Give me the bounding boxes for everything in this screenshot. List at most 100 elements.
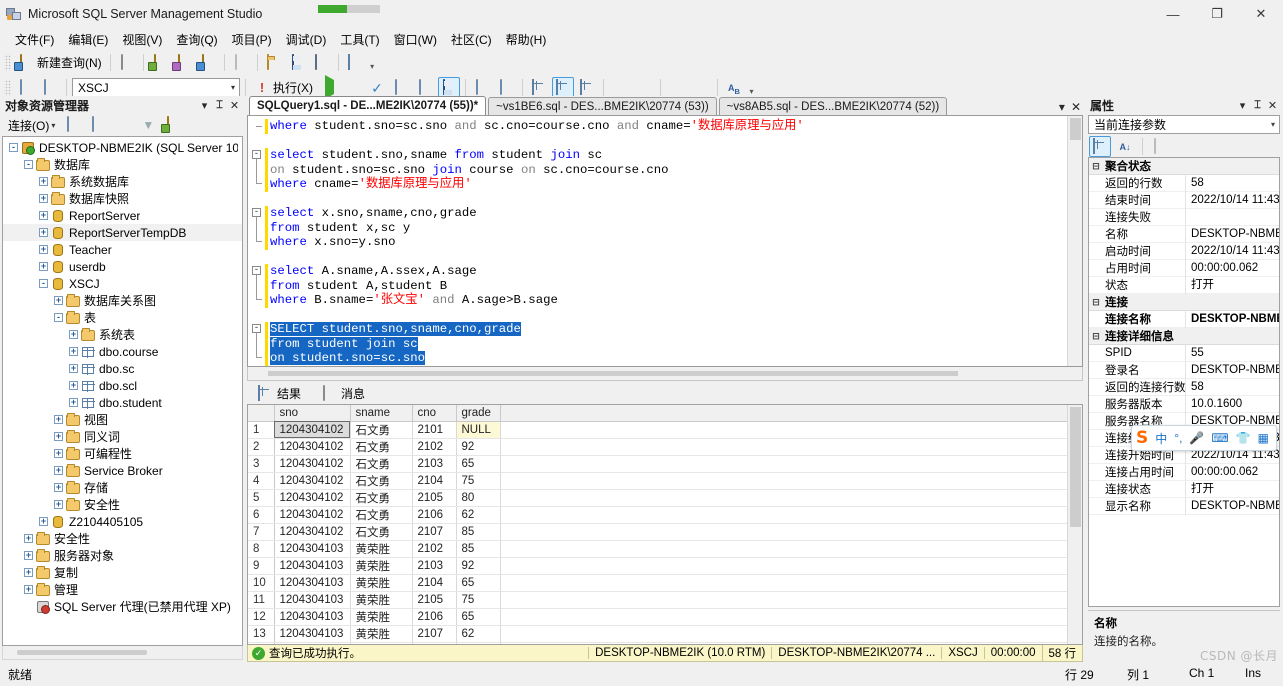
panel-menu-icon[interactable]: ▾	[1235, 98, 1250, 113]
maximize-button[interactable]: ❐	[1195, 0, 1239, 28]
include-actual-plan-button[interactable]	[438, 77, 460, 98]
tree-node[interactable]: +安全性	[3, 530, 242, 547]
expand-icon[interactable]: +	[22, 532, 35, 545]
tree-node[interactable]: +userdb	[3, 258, 242, 275]
editor-tab-strip[interactable]: SQLQuery1.sql - DE...ME2IK\20774 (55))* …	[245, 96, 1085, 115]
cell-sno[interactable]: 1204304102	[274, 472, 350, 489]
tree-node[interactable]: +复制	[3, 564, 242, 581]
property-row[interactable]: 连接失败	[1089, 209, 1279, 226]
object-explorer-tree[interactable]: -DESKTOP-NBME2IK (SQL Server 10.0.160-数据…	[2, 136, 243, 646]
tree-scroll-container[interactable]: -DESKTOP-NBME2IK (SQL Server 10.0.160-数据…	[3, 137, 242, 645]
tree-node[interactable]: +Service Broker	[3, 462, 242, 479]
cell-cno[interactable]: 2103	[412, 557, 456, 574]
cell-grade[interactable]: 65	[456, 608, 500, 625]
cell-sname[interactable]: 石文勇	[350, 523, 412, 540]
sqlcmd-mode-button[interactable]	[495, 77, 517, 98]
chevron-down-icon[interactable]: ▾	[231, 83, 235, 92]
fold-collapse-icon[interactable]: -	[252, 266, 261, 275]
sql-code[interactable]: where student.sno=sc.sno and sc.cno=cour…	[270, 119, 1067, 366]
cell-grade[interactable]: 85	[456, 540, 500, 557]
column-header[interactable]: sname	[350, 405, 412, 421]
property-value[interactable]: DESKTOP-NBME2IK	[1185, 226, 1279, 243]
cell-cno[interactable]: 2102	[412, 540, 456, 557]
cell-sname[interactable]: 黄荣胜	[350, 540, 412, 557]
comment-button[interactable]	[609, 77, 631, 98]
property-row[interactable]: 返回的行数58	[1089, 175, 1279, 192]
expand-icon[interactable]: +	[52, 481, 65, 494]
expand-icon[interactable]: +	[67, 345, 80, 358]
results-grid-wrapper[interactable]: snosnamecnograde 11204304102石文勇2101NULL2…	[247, 404, 1083, 645]
tree-node[interactable]: +Teacher	[3, 241, 242, 258]
ime-mode-chinese-button[interactable]: 中	[1155, 430, 1167, 447]
save-button[interactable]	[287, 52, 309, 73]
property-value[interactable]: DESKTOP-NBME2IK	[1185, 362, 1279, 379]
results-table-body[interactable]: 11204304102石文勇2101NULL21204304102石文勇2102…	[248, 421, 1067, 644]
results-grid[interactable]: snosnamecnograde 11204304102石文勇2101NULL2…	[248, 405, 1067, 644]
specify-values-button[interactable]: AB	[723, 77, 745, 98]
property-row[interactable]: 显示名称DESKTOP-NBME2IK	[1089, 498, 1279, 515]
db-engine-query-button[interactable]	[149, 52, 171, 73]
tree-node[interactable]: +管理	[3, 581, 242, 598]
tree-node[interactable]: -DESKTOP-NBME2IK (SQL Server 10.0.160	[3, 139, 242, 156]
code-line[interactable]: where B.sname='张文宝' and A.sage>B.sage	[270, 293, 1067, 308]
menu-item-query[interactable]: 查询(Q)	[169, 29, 224, 50]
expand-icon[interactable]: +	[37, 260, 50, 273]
property-value[interactable]: DESKTOP-NBME2IK	[1185, 311, 1279, 328]
expand-icon[interactable]: +	[67, 328, 80, 341]
collapse-icon[interactable]: -	[22, 158, 35, 171]
open-file-button[interactable]	[263, 52, 285, 73]
property-row[interactable]: 连接占用时间00:00:00.062	[1089, 464, 1279, 481]
pin-icon[interactable]: ⌶	[1250, 98, 1265, 113]
decrease-indent-button[interactable]	[666, 77, 688, 98]
menu-item-view[interactable]: 视图(V)	[115, 29, 169, 50]
oe-stop-button[interactable]	[112, 115, 134, 136]
cell-cno[interactable]: 2105	[412, 591, 456, 608]
fold-collapse-icon[interactable]: -	[252, 150, 261, 159]
stop-button[interactable]	[342, 77, 364, 98]
cell-sno[interactable]: 1204304103	[274, 540, 350, 557]
cell-sname[interactable]: 石文勇	[350, 421, 412, 438]
property-value[interactable]: 打开	[1185, 481, 1279, 498]
cell-sno[interactable]: 1204304102	[274, 489, 350, 506]
tree-node[interactable]: +ReportServerTempDB	[3, 224, 242, 241]
tree-node[interactable]: +系统数据库	[3, 173, 242, 190]
editor-vertical-scrollbar[interactable]	[1067, 116, 1082, 366]
property-row[interactable]: 返回的连接行数58	[1089, 379, 1279, 396]
tree-node[interactable]: +可编程性	[3, 445, 242, 462]
property-row[interactable]: 占用时间00:00:00.062	[1089, 260, 1279, 277]
cell-sname[interactable]: 石文勇	[350, 506, 412, 523]
tree-node[interactable]: +dbo.sc	[3, 360, 242, 377]
keyboard-icon[interactable]: ⌨	[1211, 431, 1228, 445]
code-line[interactable]: from student join sc	[270, 337, 1067, 352]
execute-button[interactable]: ! 执行(X)	[251, 77, 316, 98]
close-button[interactable]: ✕	[1239, 0, 1283, 28]
oe-disconnect-button[interactable]	[87, 115, 109, 136]
database-selector[interactable]: XSCJ ▾	[72, 78, 240, 97]
cell-sno[interactable]: 1204304102	[274, 506, 350, 523]
collapse-icon[interactable]: ⊟	[1089, 331, 1103, 342]
property-value[interactable]: 55	[1185, 345, 1279, 362]
cell-sname[interactable]: 黄荣胜	[350, 557, 412, 574]
cell-sno[interactable]: 1204304103	[274, 557, 350, 574]
cell-sno[interactable]: 1204304103	[274, 625, 350, 642]
expand-icon[interactable]: +	[22, 566, 35, 579]
cell-sno[interactable]: 1204304102	[274, 523, 350, 540]
code-line[interactable]: where student.sno=sc.sno and sc.cno=cour…	[270, 119, 1067, 134]
property-row[interactable]: SPID55	[1089, 345, 1279, 362]
code-line[interactable]: SELECT student.sno,sname,cno,grade	[270, 322, 1067, 337]
mdx-query-button[interactable]	[197, 52, 219, 73]
tree-node[interactable]: +数据库快照	[3, 190, 242, 207]
cell-cno[interactable]: 2105	[412, 489, 456, 506]
expand-icon[interactable]: +	[52, 498, 65, 511]
expand-icon[interactable]: +	[67, 362, 80, 375]
cell-grade[interactable]: 92	[456, 438, 500, 455]
tree-node[interactable]: +ReportServer	[3, 207, 242, 224]
cell-sno[interactable]: 1204304103	[274, 591, 350, 608]
expand-icon[interactable]: +	[52, 413, 65, 426]
tree-node[interactable]: SQL Server 代理(已禁用代理 XP)	[3, 598, 242, 615]
fold-collapse-icon[interactable]: -	[252, 208, 261, 217]
expand-icon[interactable]: +	[22, 549, 35, 562]
expand-icon[interactable]: +	[37, 175, 50, 188]
pin-icon[interactable]: ⌶	[212, 98, 227, 113]
toolbar-grip[interactable]	[4, 79, 11, 96]
